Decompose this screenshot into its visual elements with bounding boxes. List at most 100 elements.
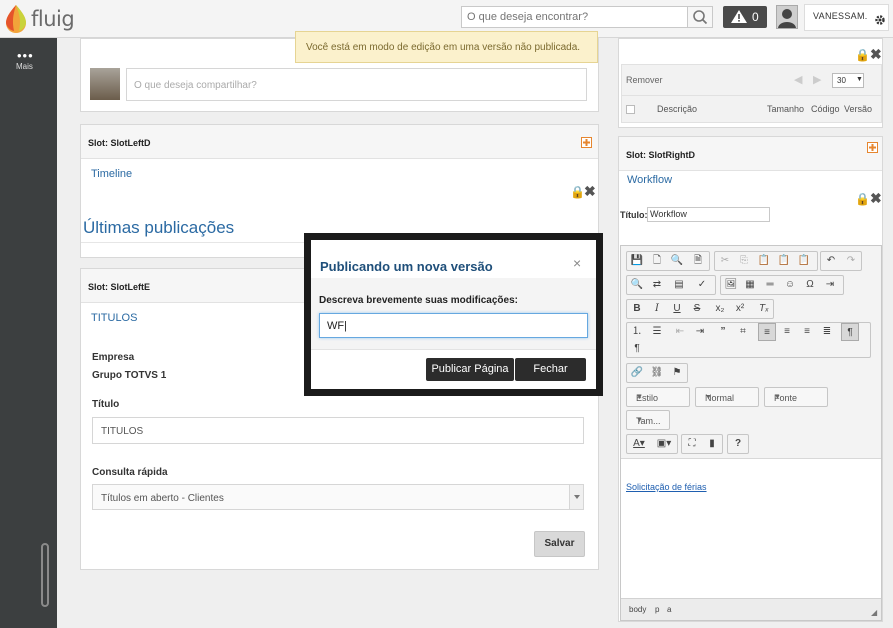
bulleted-list-icon[interactable]: ☰ — [648, 323, 666, 341]
user-avatar[interactable] — [776, 5, 798, 29]
titulos-link[interactable]: TITULOS — [91, 312, 137, 324]
blockquote-icon[interactable]: ” — [714, 323, 732, 341]
resize-handle-icon[interactable]: ◢ — [871, 608, 877, 617]
unlink-icon[interactable]: ⛓ — [648, 364, 666, 382]
div-container-icon[interactable]: ⌗ — [734, 323, 752, 341]
paste-text-icon[interactable]: 📋 — [775, 252, 793, 270]
docs-toolbar: Remover ◀ ▶ 30 ▼ — [621, 64, 882, 96]
path-a[interactable]: a — [667, 605, 671, 614]
show-blocks-icon[interactable]: ▮ — [703, 435, 721, 453]
next-page-icon[interactable]: ▶ — [813, 73, 821, 86]
special-char-icon[interactable]: Ω — [801, 276, 819, 294]
paste-word-icon[interactable]: 📋 — [795, 252, 813, 270]
alerts-button[interactable]: 0 — [723, 6, 767, 28]
lock-settings-icon[interactable]: 🔒 — [855, 48, 870, 62]
align-center-icon[interactable]: ≡ — [778, 323, 796, 341]
title-field[interactable]: TITULOS — [92, 417, 584, 444]
gear-icon[interactable] — [874, 14, 886, 26]
redo-icon[interactable]: ↷ — [842, 252, 860, 270]
spellcheck-icon[interactable]: ✓ — [693, 276, 711, 294]
outdent-icon[interactable]: ⇤ — [671, 323, 689, 341]
align-right-icon[interactable]: ≡ — [798, 323, 816, 341]
add-widget-icon[interactable] — [867, 142, 878, 153]
rtl-icon[interactable]: ¶ — [628, 340, 646, 358]
editor-content[interactable]: Solicitação de férias — [621, 458, 881, 598]
user-menu[interactable]: VANESSAM. — [804, 4, 889, 31]
content-link[interactable]: Solicitação de férias — [626, 482, 707, 492]
text-color-icon[interactable]: A▾ — [628, 435, 650, 453]
templates-icon[interactable]: 🗎 — [689, 252, 707, 270]
format-select[interactable]: Normal ▼ — [695, 387, 759, 407]
close-icon[interactable]: ✖ — [584, 183, 596, 200]
undo-icon[interactable]: ↶ — [822, 252, 840, 270]
toolbar-group-document: 💾 🗋 🔍 🗎 — [626, 251, 710, 271]
save-button[interactable]: Salvar — [534, 531, 585, 557]
remove-button[interactable]: Remover — [626, 75, 663, 85]
add-widget-icon[interactable] — [581, 137, 592, 148]
horizontal-line-icon[interactable]: ═ — [761, 276, 779, 294]
lock-settings-icon[interactable]: 🔒 — [855, 192, 870, 206]
align-left-icon[interactable]: ≡ — [758, 323, 776, 341]
table-icon[interactable]: ▦ — [741, 276, 759, 294]
italic-icon[interactable]: I — [648, 300, 666, 318]
prev-page-icon[interactable]: ◀ — [794, 73, 802, 86]
sidebar-scrollbar[interactable] — [41, 543, 49, 607]
anchor-flag-icon[interactable]: ⚑ — [668, 364, 686, 382]
image-icon[interactable]: 🖼 — [722, 276, 740, 294]
page-size-select[interactable]: 30 ▼ — [832, 73, 864, 88]
close-icon[interactable]: × — [573, 255, 581, 271]
save-doc-icon[interactable]: 💾 — [628, 252, 646, 270]
subscript-icon[interactable]: x₂ — [711, 300, 729, 318]
close-button[interactable]: Fechar — [515, 358, 586, 381]
search-input[interactable] — [462, 7, 684, 27]
help-icon[interactable]: ? — [729, 435, 747, 453]
superscript-icon[interactable]: x² — [731, 300, 749, 318]
search-button[interactable] — [687, 7, 712, 27]
justify-icon[interactable]: ≣ — [818, 323, 836, 341]
column-header[interactable]: Código — [811, 104, 840, 114]
page-break-icon[interactable]: ⇥ — [821, 276, 839, 294]
select-all-checkbox[interactable] — [626, 105, 635, 114]
remove-format-icon[interactable]: Tₓ — [755, 300, 773, 318]
path-body[interactable]: body — [629, 605, 646, 614]
link-icon[interactable]: 🔗 — [628, 364, 646, 382]
fluig-logo[interactable]: fluig — [3, 3, 75, 35]
style-select[interactable]: Estilo ▼ — [626, 387, 690, 407]
publications-heading: Últimas publicações — [83, 218, 235, 237]
preview-icon[interactable]: 🔍 — [668, 252, 686, 270]
indent-icon[interactable]: ⇥ — [691, 323, 709, 341]
maximize-icon[interactable]: ⛶ — [683, 435, 701, 453]
smiley-icon[interactable]: ☺ — [781, 276, 799, 294]
replace-icon[interactable]: ⇄ — [648, 276, 666, 294]
underline-icon[interactable]: U — [668, 300, 686, 318]
bold-icon[interactable]: B — [628, 300, 646, 318]
cut-icon[interactable]: ✂ — [716, 252, 734, 270]
column-header[interactable]: Descrição — [657, 104, 697, 114]
close-icon[interactable]: ✖ — [870, 46, 882, 63]
bg-color-icon[interactable]: ▣▾ — [653, 435, 675, 453]
workflow-link[interactable]: Workflow — [627, 174, 672, 186]
share-input[interactable]: O que deseja compartilhar? — [126, 68, 587, 101]
select-all-icon[interactable]: ▤ — [670, 276, 688, 294]
lock-settings-icon[interactable]: 🔒 — [570, 185, 585, 199]
close-icon[interactable]: ✖ — [870, 190, 882, 207]
copy-icon[interactable]: ⎘ — [735, 252, 753, 270]
timeline-link[interactable]: Timeline — [91, 168, 132, 180]
search-icon — [693, 10, 708, 25]
strikethrough-icon[interactable]: S — [688, 300, 706, 318]
column-header[interactable]: Versão — [844, 104, 872, 114]
size-select[interactable]: Tam... ▼ — [626, 410, 670, 430]
publish-page-button[interactable]: Publicar Página — [426, 358, 514, 381]
column-header[interactable]: Tamanho — [767, 104, 804, 114]
find-icon[interactable]: 🔍 — [628, 276, 646, 294]
notice-text: Você está em modo de edição em uma versã… — [306, 42, 581, 53]
font-select[interactable]: Fonte ▼ — [764, 387, 828, 407]
path-p[interactable]: p — [655, 605, 659, 614]
ltr-icon[interactable]: ¶ — [841, 323, 859, 341]
quick-query-select[interactable]: Títulos em aberto - Clientes — [92, 484, 584, 510]
numbered-list-icon[interactable]: ⒈ — [628, 323, 646, 341]
paste-icon[interactable]: 📋 — [755, 252, 773, 270]
widget-title-input[interactable]: Workflow — [647, 207, 770, 222]
modification-description-input[interactable]: WF| — [319, 313, 588, 338]
new-page-icon[interactable]: 🗋 — [648, 252, 666, 270]
